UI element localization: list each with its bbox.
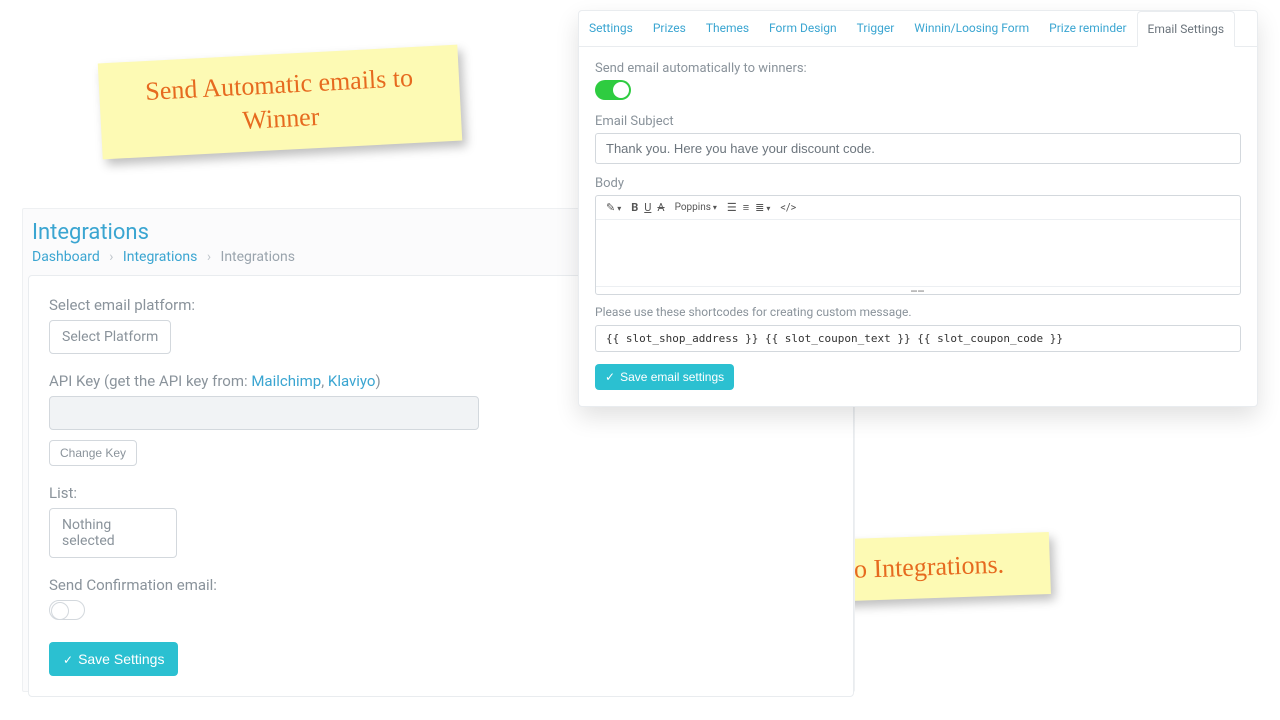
auto-email-label: Send email automatically to winners: <box>595 61 1241 76</box>
editor-toolbar: ✎ B U A Poppins ☰ ≡ ≣ </> <box>596 196 1240 220</box>
editor-resize-handle[interactable]: ▬▬ <box>596 286 1240 294</box>
check-icon <box>63 651 73 667</box>
shortcodes-hint: Please use these shortcodes for creating… <box>595 305 1241 319</box>
tabs: Settings Prizes Themes Form Design Trigg… <box>579 11 1257 47</box>
clear-format-button[interactable]: A <box>657 201 664 214</box>
tab-themes[interactable]: Themes <box>696 11 759 46</box>
auto-email-toggle[interactable] <box>595 80 631 100</box>
save-email-settings-button[interactable]: Save email settings <box>595 364 734 390</box>
email-settings-panel: Settings Prizes Themes Form Design Trigg… <box>578 10 1258 407</box>
mailchimp-link[interactable]: Mailchimp <box>251 372 321 390</box>
breadcrumb-dashboard[interactable]: Dashboard <box>32 249 100 265</box>
unordered-list-button[interactable]: ☰ <box>727 201 737 214</box>
tab-prize-reminder[interactable]: Prize reminder <box>1039 11 1136 46</box>
breadcrumb-current: Integrations <box>221 249 295 265</box>
shortcodes-box: {{ slot_shop_address }} {{ slot_coupon_t… <box>595 325 1241 352</box>
email-subject-input[interactable] <box>595 133 1241 164</box>
confirmation-email-label: Send Confirmation email: <box>49 576 833 594</box>
list-label: List: <box>49 484 833 502</box>
api-key-input[interactable] <box>49 396 479 430</box>
underline-button[interactable]: U <box>644 201 651 214</box>
confirmation-email-toggle[interactable] <box>49 600 85 620</box>
check-icon <box>605 370 615 384</box>
tab-settings[interactable]: Settings <box>579 11 643 46</box>
font-family-dropdown[interactable]: Poppins <box>675 202 717 213</box>
editor-textarea[interactable] <box>596 220 1240 286</box>
chevron-right-icon: › <box>109 249 113 265</box>
list-dropdown[interactable]: Nothing selected <box>49 508 177 558</box>
tab-email-settings[interactable]: Email Settings <box>1137 11 1236 47</box>
rich-text-editor: ✎ B U A Poppins ☰ ≡ ≣ </> <box>595 195 1241 295</box>
email-subject-label: Email Subject <box>595 114 1241 129</box>
code-view-button[interactable]: </> <box>780 201 796 214</box>
tab-winning-losing[interactable]: Winnin/Loosing Form <box>904 11 1039 46</box>
save-settings-button[interactable]: Save Settings <box>49 642 178 676</box>
change-key-button[interactable]: Change Key <box>49 440 137 466</box>
tab-prizes[interactable]: Prizes <box>643 11 696 46</box>
select-platform-dropdown[interactable]: Select Platform <box>49 320 171 354</box>
breadcrumb-integrations-link[interactable]: Integrations <box>123 249 197 265</box>
klaviyo-link[interactable]: Klaviyo <box>328 372 376 390</box>
tab-form-design[interactable]: Form Design <box>759 11 847 46</box>
chevron-right-icon: › <box>207 249 211 265</box>
bold-button[interactable]: B <box>631 201 638 214</box>
email-body-label: Body <box>595 176 1241 191</box>
tab-trigger[interactable]: Trigger <box>847 11 905 46</box>
align-button[interactable]: ≣ <box>755 201 770 214</box>
magic-icon[interactable]: ✎ <box>606 201 621 214</box>
ordered-list-button[interactable]: ≡ <box>743 201 749 214</box>
sticky-note-winner: Send Automatic emails to Winner <box>98 45 463 159</box>
